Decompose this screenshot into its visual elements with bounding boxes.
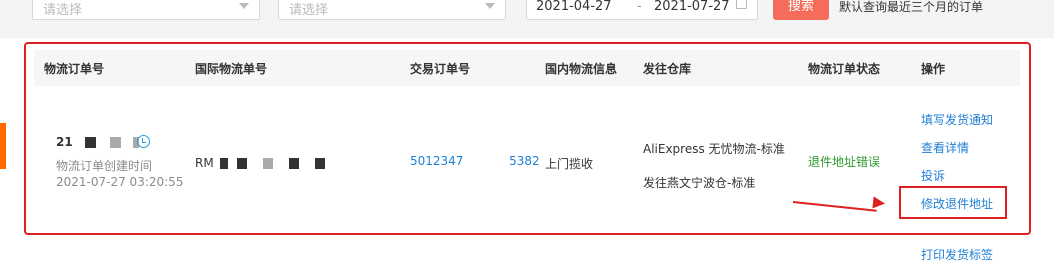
filter-select-2-placeholder: 请选择 [289, 3, 329, 18]
filter-select-1[interactable]: 请选择 [32, 0, 260, 20]
search-button[interactable]: 搜索 [773, 0, 829, 20]
annotation-highlight-box [899, 186, 1007, 219]
arrow-right-icon [872, 196, 886, 210]
filter-select-2[interactable]: 请选择 [278, 0, 506, 20]
date-start[interactable]: 2021-04-27 [536, 0, 612, 14]
date-range-picker[interactable]: 2021-04-27 - 2021-07-27 [526, 0, 758, 20]
side-tab[interactable] [0, 123, 6, 169]
calendar-icon[interactable] [736, 0, 747, 9]
chevron-down-icon [239, 3, 249, 9]
chevron-down-icon [485, 3, 495, 9]
print-shipping-label-link[interactable]: 打印发货标签 [921, 246, 993, 263]
date-separator: - [637, 0, 642, 14]
date-end[interactable]: 2021-07-27 [654, 0, 730, 14]
filter-bar: 请选择 请选择 2021-04-27 - 2021-07-27 搜索 默认查询最… [0, 0, 1054, 26]
filter-select-1-placeholder: 请选择 [43, 3, 83, 18]
search-hint: 默认查询最近三个月的订单 [839, 0, 984, 14]
